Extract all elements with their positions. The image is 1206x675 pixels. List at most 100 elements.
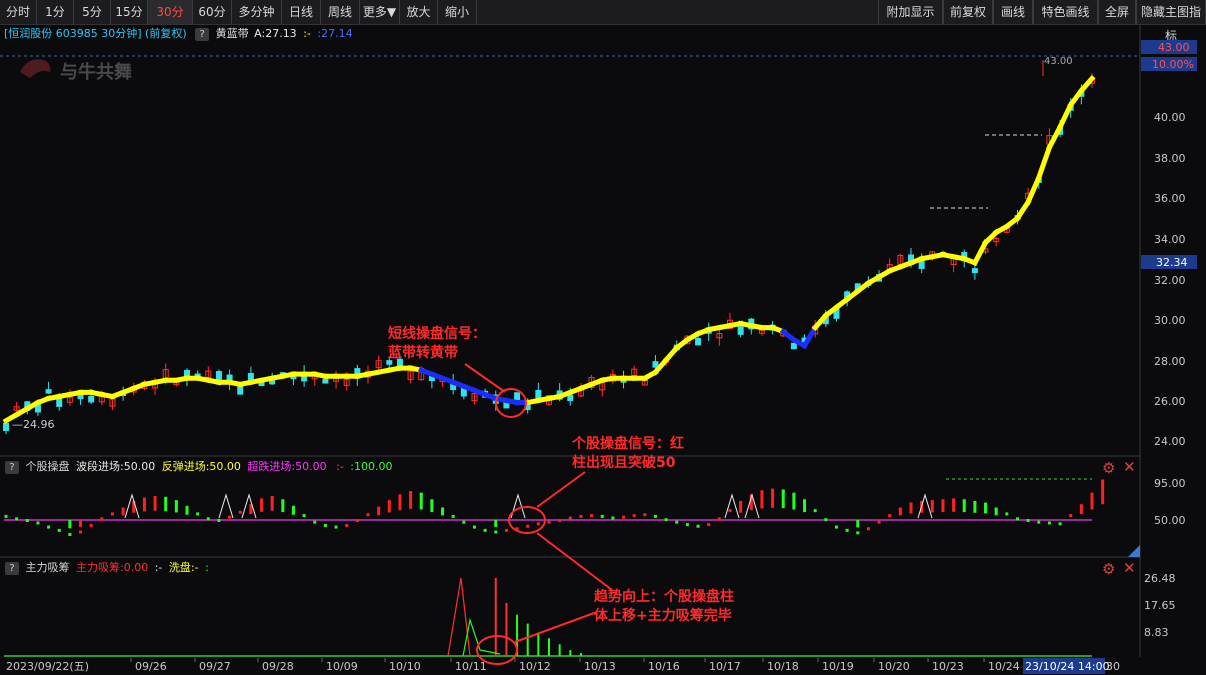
- candle-body: [45, 389, 52, 394]
- osc-dot: [845, 528, 849, 532]
- osc-dot: [1047, 521, 1051, 525]
- band-segment: [1056, 101, 1075, 131]
- funds-axis-tick: 26.48: [1144, 572, 1176, 585]
- candle-body: [737, 326, 744, 335]
- funds-settings-gear-icon[interactable]: ⚙: [1102, 560, 1115, 578]
- osc-dot: [1101, 479, 1105, 483]
- band-segment: [801, 324, 819, 350]
- osc-dot: [1090, 492, 1094, 496]
- osc-dot: [1037, 520, 1041, 524]
- price-axis-tick: 36.00: [1154, 192, 1186, 205]
- osc-dot: [504, 528, 508, 532]
- watermark-logo: 与牛共舞: [20, 59, 132, 83]
- osc-dot: [25, 519, 29, 522]
- osc-dot: [47, 525, 51, 529]
- cursor-time-text: 23/10/24 14:00: [1025, 660, 1110, 673]
- osc-dot: [79, 530, 83, 534]
- price-axis-tick: 40.00: [1154, 111, 1186, 124]
- osc-dot: [387, 500, 391, 504]
- osc-dot: [962, 499, 966, 503]
- osc-bar: [419, 493, 423, 510]
- band-segment: [1046, 123, 1064, 151]
- osc-item-3: 超跌进场:50.00: [247, 460, 327, 473]
- osc-dot: [472, 525, 476, 529]
- osc-dot: [409, 491, 413, 495]
- annotation-trend: 趋势向上：个股操盘柱 体上移+主力吸筹完毕: [594, 588, 734, 626]
- osc-dot: [121, 507, 125, 511]
- osc-dot: [579, 514, 583, 518]
- osc-close-icon[interactable]: ✕: [1123, 458, 1136, 476]
- candle-body: [695, 338, 702, 346]
- bull-logo-icon: [20, 59, 51, 78]
- funds-axis-tick: 8.83: [1144, 626, 1169, 639]
- osc-settings-gear-icon[interactable]: ⚙: [1102, 459, 1115, 477]
- price-axis-tick: 32.00: [1154, 274, 1186, 287]
- osc-dot: [36, 521, 40, 525]
- osc-item-1: 波段进场:50.00: [76, 460, 156, 473]
- osc-dot: [15, 517, 19, 521]
- osc-dot: [281, 499, 285, 503]
- band-segment: [971, 239, 989, 267]
- osc-dot: [526, 524, 530, 528]
- osc-dot: [206, 517, 210, 521]
- entry-marker: [724, 493, 740, 519]
- date-label: 10/18: [767, 660, 799, 673]
- osc-dot: [377, 506, 381, 510]
- high-price-label: 43.00: [1044, 56, 1073, 67]
- annotation-stock-signal: 个股操盘信号：红 柱出现且突破50: [572, 435, 684, 473]
- osc-dot: [430, 499, 434, 503]
- annotation-1-line-1: 短线操盘信号：: [388, 326, 486, 342]
- annotation-3-line-1: 趋势向上：个股操盘柱: [594, 589, 734, 605]
- osc-title: 个股操盘: [25, 460, 70, 473]
- osc-dot: [419, 492, 423, 496]
- osc-dot: [856, 531, 860, 535]
- date-label: 09/27: [199, 660, 231, 673]
- funds-item-sep1: :-: [154, 561, 163, 574]
- osc-panel-header: ? 个股操盘 波段进场:50.00 反弹进场:50.00 超跌进场:50.00 …: [0, 459, 393, 475]
- osc-bar: [79, 520, 83, 527]
- candle-body: [971, 268, 978, 274]
- band-segment: [1077, 74, 1096, 95]
- osc-help-button[interactable]: ?: [5, 460, 19, 474]
- date-label: 10/13: [584, 660, 616, 673]
- osc-dot: [590, 514, 594, 518]
- osc-dot: [398, 494, 402, 498]
- osc-dot: [238, 510, 242, 514]
- osc-dot: [909, 502, 913, 506]
- osc-dot: [110, 512, 114, 516]
- osc-dot: [228, 515, 232, 519]
- osc-dot: [600, 514, 604, 518]
- osc-dot: [185, 505, 189, 509]
- osc-dot: [653, 514, 657, 518]
- low-price-label: —24.96: [12, 418, 55, 431]
- funds-peak: [447, 577, 471, 657]
- osc-dot: [174, 500, 178, 504]
- osc-dot: [334, 525, 338, 529]
- osc-dot: [685, 523, 689, 527]
- osc-dot: [675, 520, 679, 524]
- osc-dot: [866, 527, 870, 531]
- candle-body: [88, 395, 95, 403]
- osc-bar: [1101, 480, 1105, 505]
- candle-body: [247, 372, 254, 381]
- date-label: 10/16: [648, 660, 680, 673]
- funds-help-button[interactable]: ?: [5, 561, 19, 575]
- funds-item-2: 洗盘:-: [168, 561, 199, 574]
- osc-bar: [494, 520, 498, 527]
- osc-axis-tick: 95.00: [1154, 477, 1186, 490]
- osc-dot: [217, 519, 221, 522]
- osc-dot: [302, 514, 306, 518]
- osc-dot: [89, 523, 93, 527]
- annotation-3-line-2: 体上移+主力吸筹完毕: [594, 608, 732, 624]
- date-label: 10/24: [988, 660, 1020, 673]
- osc-dot: [1069, 514, 1073, 518]
- osc-dot: [632, 514, 636, 518]
- osc-bar: [68, 520, 72, 529]
- osc-dot: [441, 507, 445, 511]
- osc-dot: [313, 520, 317, 524]
- date-label: 10/11: [455, 660, 487, 673]
- osc-dot: [760, 490, 764, 494]
- annotation-marks: [464, 363, 613, 665]
- osc-dot: [1026, 519, 1030, 522]
- funds-close-icon[interactable]: ✕: [1123, 559, 1136, 577]
